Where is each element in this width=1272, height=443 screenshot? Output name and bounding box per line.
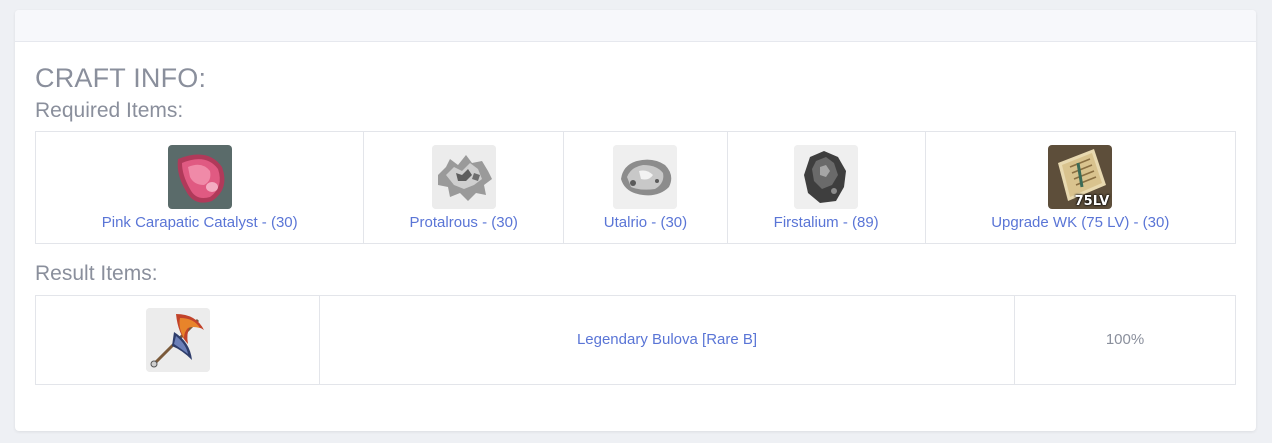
- result-items-table: Legendary Bulova [Rare B] 100%: [35, 295, 1236, 385]
- required-item-link[interactable]: Utalrio - (30): [564, 214, 727, 231]
- required-items-table: Pink Carapatic Catalyst - (30) Protalrou…: [34, 131, 1237, 244]
- craft-info-title: CRAFT INFO:: [35, 63, 207, 93]
- card-body: CRAFT INFO: Required Items: Pink Carapat…: [15, 42, 1256, 385]
- result-item-link[interactable]: Legendary Bulova [Rare B]: [577, 331, 757, 348]
- success-chance: 100%: [1105, 331, 1145, 348]
- table-row: Legendary Bulova [Rare B] 100%: [35, 295, 1236, 385]
- result-items-heading: Result Items:: [35, 262, 158, 285]
- required-item-link[interactable]: Pink Carapatic Catalyst - (30): [36, 214, 363, 231]
- result-item-name-cell: Legendary Bulova [Rare B]: [319, 295, 1015, 385]
- craft-info-card: CRAFT INFO: Required Items: Pink Carapat…: [15, 10, 1256, 431]
- level-badge: 75LV: [1074, 193, 1110, 209]
- required-item-cell: Protalrous - (30): [363, 131, 565, 244]
- required-item-cell: Pink Carapatic Catalyst - (30): [34, 131, 365, 244]
- required-item-link[interactable]: Upgrade WK (75 LV) - (30): [926, 214, 1235, 231]
- required-item-cell: Utalrio - (30): [563, 131, 728, 244]
- grey-ore-icon[interactable]: [613, 144, 678, 209]
- scroll-icon[interactable]: 75LV: [1048, 144, 1113, 209]
- table-row: Pink Carapatic Catalyst - (30) Protalrou…: [34, 131, 1237, 244]
- pink-gem-icon[interactable]: [167, 144, 232, 209]
- required-item-link[interactable]: Firstalium - (89): [728, 214, 925, 231]
- dark-ore-icon[interactable]: [794, 144, 859, 209]
- result-item-chance-cell: 100%: [1014, 295, 1236, 385]
- axe-weapon-icon[interactable]: [145, 308, 210, 372]
- required-items-heading: Required Items:: [35, 99, 184, 122]
- card-header: [15, 10, 1256, 42]
- required-item-cell: Firstalium - (89): [726, 131, 926, 244]
- required-item-link[interactable]: Protalrous - (30): [364, 214, 563, 231]
- silver-ore-icon[interactable]: [431, 144, 496, 209]
- result-item-icon-cell: [35, 295, 320, 385]
- required-item-cell: 75LV Upgrade WK (75 LV) - (30): [924, 131, 1237, 244]
